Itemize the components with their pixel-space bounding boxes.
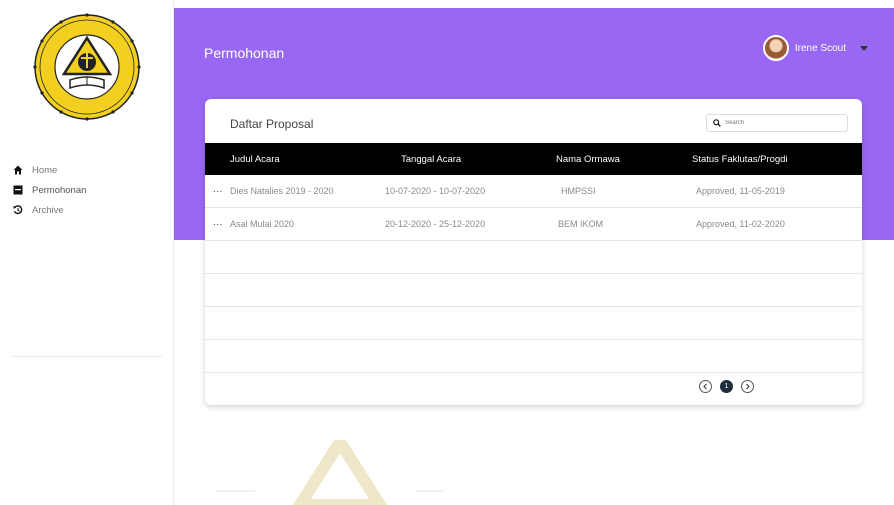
caret-down-icon (860, 45, 868, 51)
avatar (762, 35, 789, 61)
row-actions-button[interactable]: ... (213, 184, 223, 195)
app: Home Permohonan Archive Permohonan Irene… (0, 0, 894, 505)
card-title: Daftar Proposal (230, 117, 314, 131)
cell-judul: Dies Natalies 2019 - 2020 (230, 186, 334, 196)
table-row-empty (205, 307, 862, 340)
pagination: 1 (695, 380, 758, 393)
cell-tanggal: 10-07-2020 - 10-07-2020 (385, 186, 486, 196)
prev-page-button[interactable] (699, 380, 712, 393)
cell-status: Approved, 11-02-2020 (696, 219, 785, 229)
table-body: ... Dies Natalies 2019 - 2020 10-07-2020… (205, 175, 862, 373)
table-row[interactable]: ... Dies Natalies 2019 - 2020 10-07-2020… (205, 175, 862, 208)
sidebar-nav: Home Permohonan Archive (0, 160, 174, 220)
sidebar-item-home[interactable]: Home (0, 160, 174, 180)
row-actions-button[interactable]: ... (213, 217, 223, 228)
inbox-icon (12, 184, 24, 196)
chevron-right-icon (746, 383, 750, 390)
chevron-left-icon (703, 383, 707, 390)
history-icon (12, 204, 24, 216)
search-box (706, 114, 848, 132)
user-name: Irene Scout (794, 42, 846, 54)
sidebar: Home Permohonan Archive (0, 0, 174, 505)
table-row-empty (205, 340, 862, 373)
page-title: Permohonan (204, 45, 285, 61)
table-row-empty (205, 274, 862, 307)
next-page-button[interactable] (741, 380, 754, 393)
table-row-empty (205, 241, 862, 274)
cell-judul: Asal Mulai 2020 (230, 219, 295, 229)
sidebar-item-label: Home (32, 164, 58, 176)
proposal-card: Daftar Proposal Judul Acara Tanggal Acar… (205, 99, 862, 405)
page-number-button[interactable]: 1 (720, 380, 733, 393)
user-menu[interactable]: Irene Scout (762, 35, 868, 61)
watermark-seal (215, 440, 445, 505)
cell-status: Approved, 11-05-2019 (696, 186, 785, 196)
sidebar-item-permohonan[interactable]: Permohonan (0, 180, 174, 200)
sidebar-divider (12, 356, 162, 357)
search-icon (713, 119, 721, 127)
sidebar-item-label: Permohonan (32, 184, 87, 196)
sidebar-item-label: Archive (32, 204, 64, 216)
table-header: Judul Acara Tanggal Acara Nama Ormawa St… (205, 143, 862, 175)
home-icon (12, 164, 24, 176)
sidebar-item-archive[interactable]: Archive (0, 200, 174, 220)
column-header-judul: Judul Acara (230, 154, 280, 165)
column-header-ormawa: Nama Ormawa (556, 154, 620, 165)
cell-ormawa: BEM IKOM (558, 219, 604, 229)
cell-ormawa: HMPSSI (561, 186, 596, 196)
university-seal-logo (33, 13, 141, 121)
table-row[interactable]: ... Asal Mulai 2020 20-12-2020 - 25-12-2… (205, 208, 862, 241)
cell-tanggal: 20-12-2020 - 25-12-2020 (385, 219, 486, 229)
column-header-status: Status Faklutas/Progdi (692, 154, 788, 165)
column-header-tanggal: Tanggal Acara (401, 154, 462, 165)
search-input[interactable] (725, 120, 835, 126)
